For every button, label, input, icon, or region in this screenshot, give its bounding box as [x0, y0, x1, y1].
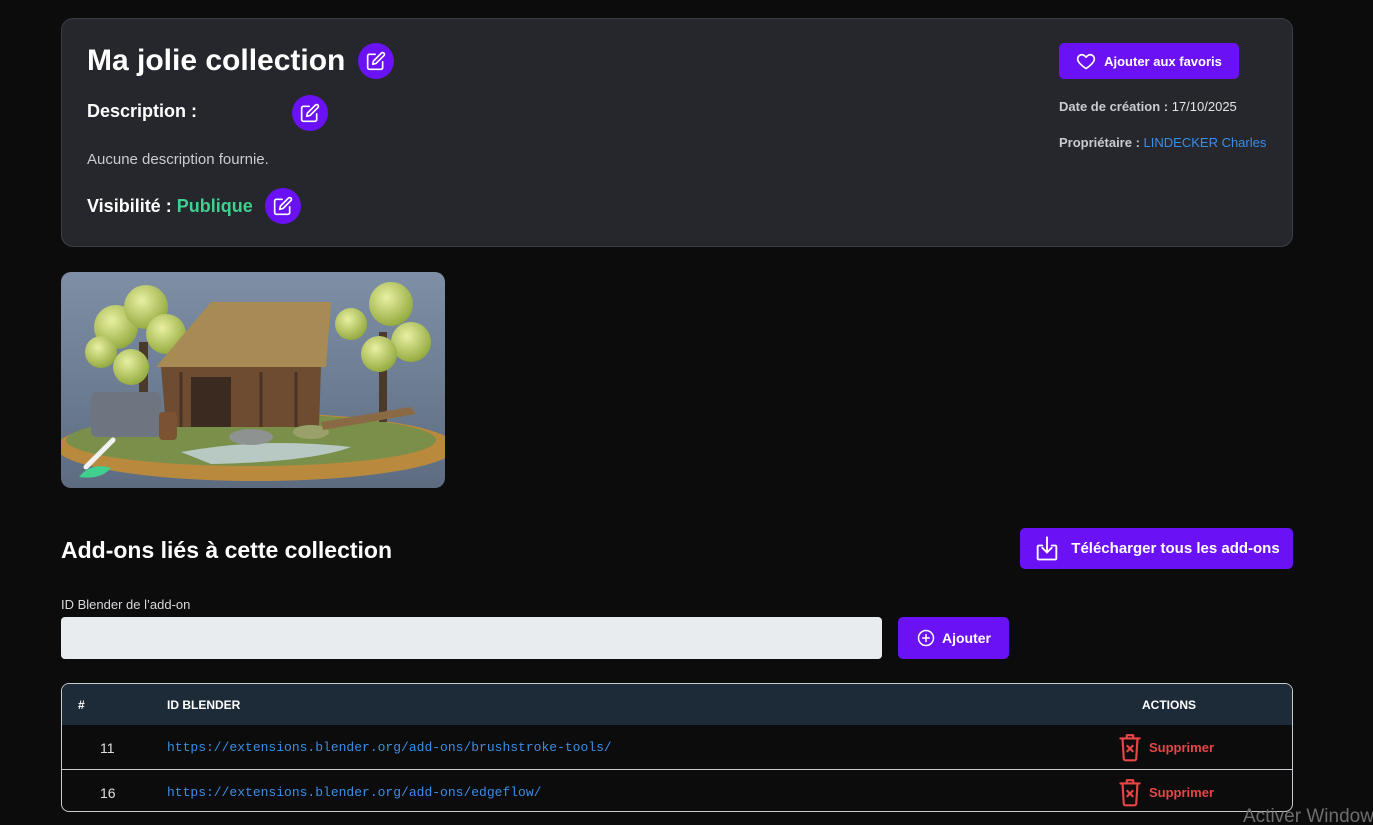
edit-visibility-button[interactable]: [264, 188, 301, 224]
table-row: 11 https://extensions.blender.org/add-on…: [62, 725, 1292, 769]
visibility-value: Publique: [176, 195, 253, 216]
collection-title: Ma jolie collection: [87, 44, 346, 77]
addons-table: # ID BLENDER ACTIONS 11 https://extensio…: [61, 683, 1293, 812]
edit-description-button[interactable]: [292, 95, 328, 131]
owner-link[interactable]: LINDECKER Charles: [1144, 135, 1267, 150]
header-actions: ACTIONS: [1142, 698, 1196, 712]
delete-button[interactable]: Supprimer: [1117, 732, 1214, 762]
pencil-square-icon: [367, 51, 386, 71]
addons-section-title: Add-ons liés à cette collection: [61, 537, 393, 563]
creation-date: Date de création : 17/10/2025: [1059, 99, 1237, 114]
description-text: Aucune description fournie.: [87, 151, 269, 168]
pencil-square-icon: [300, 103, 320, 123]
row-addon-link[interactable]: https://extensions.blender.org/add-ons/b…: [167, 740, 612, 755]
page: Ma jolie collection Description : Aucune…: [0, 0, 1373, 825]
table-header: # ID BLENDER ACTIONS: [62, 684, 1292, 725]
add-favorite-button[interactable]: Ajouter aux favoris: [1059, 43, 1239, 79]
creation-date-label: Date de création :: [1059, 99, 1169, 114]
addon-id-input[interactable]: [61, 617, 882, 659]
addon-id-label: ID Blender de l’add-on: [61, 597, 191, 612]
trash-icon: [1119, 734, 1141, 762]
download-all-label: Télécharger tous les add-ons: [1071, 540, 1280, 557]
add-addon-button[interactable]: Ajouter: [898, 617, 1009, 659]
visibility-row: Visibilité : Publique: [87, 188, 301, 224]
creation-date-value: 17/10/2025: [1171, 99, 1237, 114]
collection-card: Ma jolie collection Description : Aucune…: [61, 18, 1293, 247]
plus-circle-icon: [917, 629, 935, 647]
visibility-label: Visibilité :: [87, 195, 172, 216]
heart-icon: [1076, 53, 1096, 70]
add-favorite-label: Ajouter aux favoris: [1104, 53, 1222, 69]
edit-title-button[interactable]: [358, 43, 395, 79]
download-tray-icon: [1037, 535, 1058, 560]
header-id-blender: ID BLENDER: [167, 698, 241, 712]
download-all-button[interactable]: Télécharger tous les add-ons: [1020, 528, 1293, 569]
row-num: 16: [100, 785, 116, 801]
trash-icon: [1119, 779, 1141, 807]
row-addon-link[interactable]: https://extensions.blender.org/add-ons/e…: [167, 785, 541, 800]
windows-activation-watermark: Activer Windows: [1243, 806, 1373, 825]
row-num: 11: [100, 740, 115, 756]
delete-button[interactable]: Supprimer: [1117, 777, 1214, 807]
owner-label: Propriétaire :: [1059, 135, 1140, 150]
pencil-square-icon: [273, 196, 292, 216]
collection-thumbnail: [61, 272, 445, 488]
delete-label: Supprimer: [1149, 784, 1215, 800]
description-label: Description :: [87, 101, 198, 121]
owner: Propriétaire : LINDECKER Charles: [1059, 135, 1266, 150]
thumbnail-scene: [61, 272, 445, 488]
title-row: Ma jolie collection: [87, 43, 395, 79]
header-num: #: [78, 698, 85, 712]
add-addon-label: Ajouter: [942, 630, 991, 646]
delete-label: Supprimer: [1149, 739, 1215, 755]
table-row: 16 https://extensions.blender.org/add-on…: [62, 769, 1292, 811]
